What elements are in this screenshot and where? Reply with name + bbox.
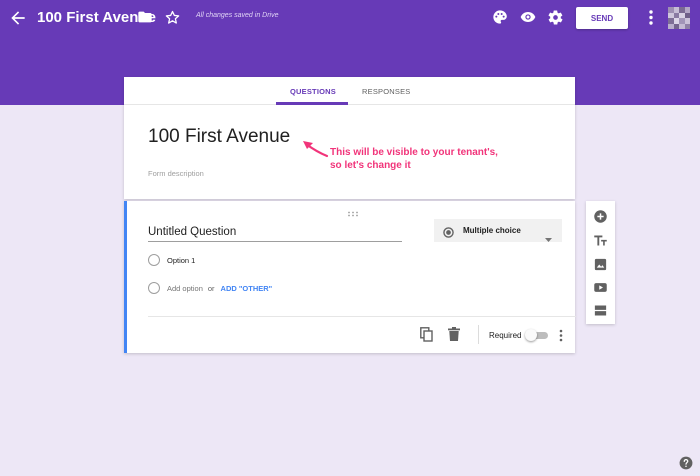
option-row: Option 1 (148, 254, 195, 266)
delete-icon[interactable] (448, 327, 460, 341)
duplicate-icon[interactable] (420, 327, 433, 342)
palette-icon[interactable] (492, 9, 508, 25)
save-status: All changes saved in Drive (196, 12, 279, 19)
star-icon[interactable] (164, 9, 181, 26)
toggle-thumb (525, 329, 537, 341)
add-option-input[interactable]: Add option (167, 284, 203, 293)
gear-icon[interactable] (547, 9, 564, 26)
section-icon[interactable] (593, 303, 608, 318)
form-description-input[interactable]: Form description (148, 169, 204, 178)
option-label-input[interactable]: Option 1 (167, 256, 195, 265)
radio-checked-icon (443, 225, 454, 238)
question-more-vert-icon[interactable] (558, 329, 564, 342)
image-icon[interactable] (593, 257, 608, 272)
tab-bar: QUESTIONS RESPONSES (124, 77, 575, 105)
footer-separator (478, 325, 479, 344)
radio-icon (148, 254, 160, 266)
send-button[interactable]: SEND (576, 7, 628, 29)
footer-divider (148, 316, 576, 317)
dropdown-caret-icon (545, 229, 552, 242)
avatar[interactable] (668, 7, 690, 29)
question-title-underline (148, 241, 402, 242)
question-card[interactable]: Untitled Question Multiple choice Option… (124, 201, 576, 353)
question-title-input[interactable]: Untitled Question (148, 226, 236, 238)
title-text-icon[interactable] (593, 233, 608, 248)
radio-icon (148, 282, 160, 294)
question-type-dropdown[interactable]: Multiple choice (434, 219, 562, 242)
question-type-label: Multiple choice (463, 226, 521, 235)
or-label: or (207, 283, 215, 293)
drag-handle-icon[interactable] (347, 204, 359, 217)
question-toolbar (586, 201, 615, 324)
tab-questions[interactable]: QUESTIONS (290, 87, 336, 96)
more-vert-icon[interactable] (646, 9, 656, 26)
form-title-input[interactable]: 100 First Avenue (148, 126, 290, 148)
required-label: Required (489, 331, 522, 340)
annotation-arrow-icon (300, 138, 330, 160)
eye-icon[interactable] (519, 9, 537, 25)
tab-responses[interactable]: RESPONSES (362, 87, 410, 96)
back-arrow-icon[interactable] (8, 8, 28, 28)
help-icon[interactable] (679, 456, 693, 470)
add-other-button[interactable]: ADD "OTHER" (221, 284, 273, 293)
annotation-line-1: This will be visible to your tenant's, (330, 147, 498, 158)
active-tab-indicator (276, 102, 348, 105)
add-option-row: Add option or ADD "OTHER" (148, 282, 272, 294)
add-question-icon[interactable] (593, 209, 608, 224)
annotation-callout: This will be visible to your tenant's, s… (330, 146, 498, 172)
folder-icon[interactable] (137, 9, 153, 25)
required-toggle[interactable] (525, 329, 549, 341)
annotation-line-2: so let's change it (330, 160, 411, 171)
video-icon[interactable] (593, 280, 608, 295)
form-header-card: QUESTIONS RESPONSES 100 First Avenue For… (124, 77, 575, 199)
